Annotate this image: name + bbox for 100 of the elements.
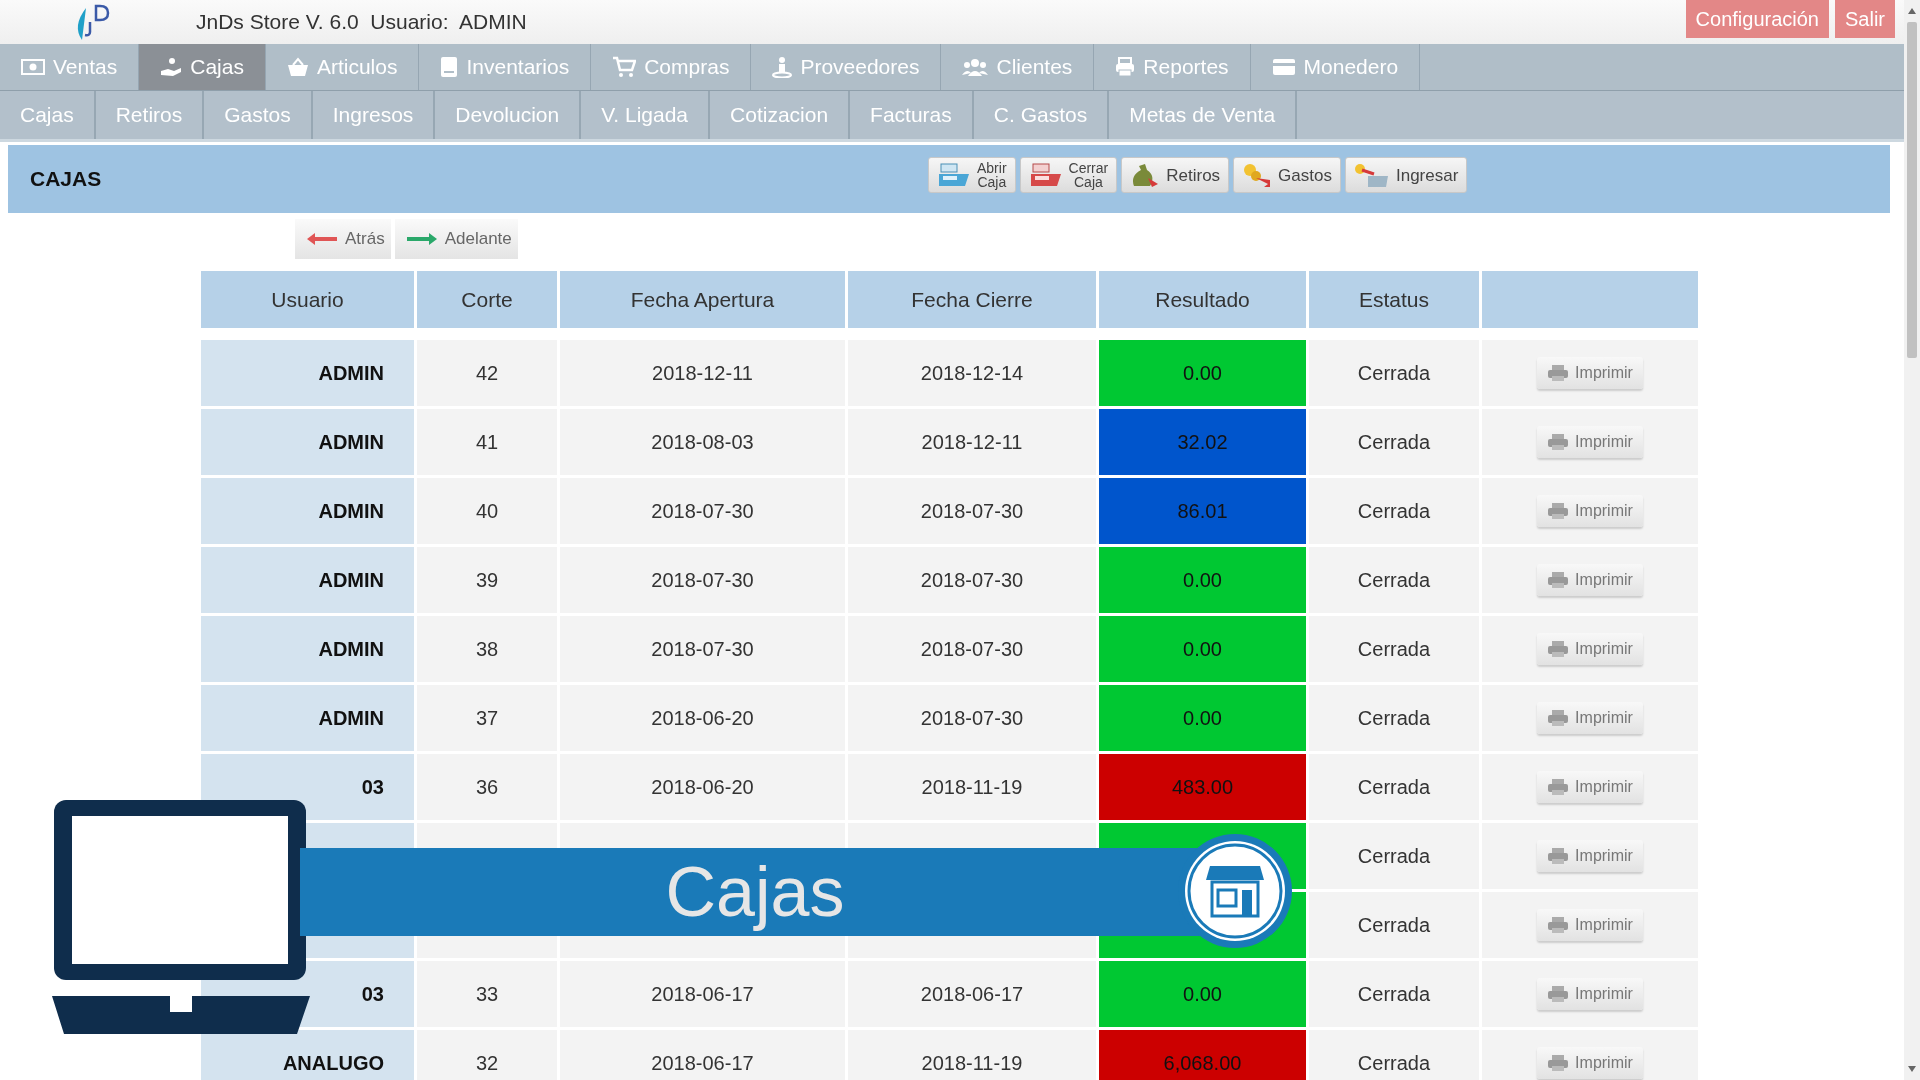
table-cell: 2018-07-30 xyxy=(848,616,1096,682)
printer-icon xyxy=(1547,916,1570,934)
app-title: JnDs Store V. 6.0 Usuario: ADMIN xyxy=(196,10,527,34)
table-cell: 2018-07-30 xyxy=(560,616,845,682)
book-icon xyxy=(440,56,459,78)
table-cell: ADMIN xyxy=(201,478,414,544)
table-cell: Cerrada xyxy=(1309,892,1479,958)
table-cell: ADMIN xyxy=(201,409,414,475)
print-button[interactable]: Imprimir xyxy=(1537,633,1643,665)
forward-button[interactable]: Adelante xyxy=(394,219,518,259)
result-cell: 0.00 xyxy=(1099,547,1306,613)
submenu-tab[interactable]: Gastos xyxy=(204,91,313,139)
settings-button[interactable]: Configuración xyxy=(1685,0,1829,38)
menu-tab[interactable]: Monedero xyxy=(1250,44,1421,90)
submenu-tab[interactable]: Facturas xyxy=(850,91,974,139)
printer-icon xyxy=(1547,433,1570,451)
logout-button[interactable]: Salir xyxy=(1835,0,1895,38)
printer-icon xyxy=(1547,640,1570,658)
toolbar-button[interactable]: Ingresar xyxy=(1344,157,1468,193)
printer-icon xyxy=(1547,985,1570,1003)
table-cell: 40 xyxy=(417,478,557,544)
print-button[interactable]: Imprimir xyxy=(1537,909,1643,941)
person-icon xyxy=(772,56,793,78)
table-cell: 2018-06-17 xyxy=(560,961,845,1027)
result-cell: 0.00 xyxy=(1099,685,1306,751)
print-button[interactable]: Imprimir xyxy=(1537,702,1643,734)
right-arrow-icon xyxy=(406,233,437,245)
table-cell: 2018-07-30 xyxy=(848,547,1096,613)
toolbar-button[interactable]: Cerrar Caja xyxy=(1019,157,1118,193)
table-cell: Cerrada xyxy=(1309,616,1479,682)
print-button[interactable]: Imprimir xyxy=(1537,357,1643,389)
table-cell: 39 xyxy=(417,547,557,613)
table-cell: 2018-07-30 xyxy=(560,547,845,613)
cart-icon xyxy=(612,56,637,78)
printer-icon xyxy=(1547,1054,1570,1072)
printer-icon xyxy=(1547,709,1570,727)
printer-icon xyxy=(1547,571,1570,589)
result-cell: 86.01 xyxy=(1099,478,1306,544)
print-button[interactable]: Imprimir xyxy=(1537,564,1643,596)
page-title: CAJAS xyxy=(30,167,102,191)
result-cell: 483.00 xyxy=(1099,754,1306,820)
table-cell: 2018-11-19 xyxy=(848,1030,1096,1080)
column-header: Usuario xyxy=(201,271,414,328)
menu-tab[interactable]: Compras xyxy=(591,44,752,90)
result-cell: 32.02 xyxy=(1099,409,1306,475)
table-cell: Cerrada xyxy=(1309,685,1479,751)
menu-tab[interactable]: Inventarios xyxy=(419,44,592,90)
table-cell: 2018-11-19 xyxy=(848,754,1096,820)
print-button[interactable]: Imprimir xyxy=(1537,426,1643,458)
table-cell: 42 xyxy=(417,340,557,406)
menu-tab[interactable]: Cajas xyxy=(139,44,266,90)
print-button[interactable]: Imprimir xyxy=(1537,495,1643,527)
menu-tab[interactable]: Articulos xyxy=(265,44,420,90)
table-cell: Cerrada xyxy=(1309,547,1479,613)
table-cell: Cerrada xyxy=(1309,823,1479,889)
submenu-tab[interactable]: Ingresos xyxy=(312,91,436,139)
printer-icon xyxy=(1115,57,1136,77)
toolbar-button[interactable]: Retiros xyxy=(1121,157,1230,193)
group-icon xyxy=(962,58,989,76)
submenu-tab[interactable]: Retiros xyxy=(95,91,205,139)
menu-tab[interactable]: Proveedores xyxy=(751,44,942,90)
table-cell: 32 xyxy=(417,1030,557,1080)
submenu-tab[interactable]: Cotizacion xyxy=(710,91,851,139)
column-header: Fecha Cierre xyxy=(848,271,1096,328)
printer-icon xyxy=(1547,502,1570,520)
result-cell: 6,068.00 xyxy=(1099,1030,1306,1080)
print-button[interactable]: Imprimir xyxy=(1537,1047,1643,1079)
table-cell: Cerrada xyxy=(1309,409,1479,475)
table-cell: Cerrada xyxy=(1309,478,1479,544)
coins-register-icon xyxy=(1353,162,1390,188)
submenu-tab[interactable]: C. Gastos xyxy=(973,91,1110,139)
left-arrow-icon xyxy=(307,233,337,245)
cash-register-icon xyxy=(1028,162,1063,188)
submenu-tab[interactable]: V. Ligada xyxy=(581,91,711,139)
menu-tab[interactable]: Clientes xyxy=(941,44,1095,90)
back-button[interactable]: Atrás xyxy=(295,219,391,259)
table-cell: Cerrada xyxy=(1309,754,1479,820)
table-cell: 2018-06-17 xyxy=(848,961,1096,1027)
toolbar-button[interactable]: Gastos xyxy=(1233,157,1341,193)
table-cell: Cerrada xyxy=(1309,1030,1479,1080)
submenu-tab[interactable]: Devolucion xyxy=(435,91,582,139)
table-cell: 2018-08-03 xyxy=(560,409,845,475)
print-button[interactable]: Imprimir xyxy=(1537,978,1643,1010)
basket-icon xyxy=(286,57,309,77)
printer-icon xyxy=(1547,778,1570,796)
column-header: Corte xyxy=(417,271,557,328)
toolbar-button[interactable]: Abrir Caja xyxy=(928,157,1016,193)
hand-coin-icon xyxy=(160,57,183,77)
card-icon xyxy=(1271,58,1296,76)
table-cell: Cerrada xyxy=(1309,961,1479,1027)
table-cell: 2018-12-11 xyxy=(560,340,845,406)
print-button[interactable]: Imprimir xyxy=(1537,771,1643,803)
table-cell: Cerrada xyxy=(1309,340,1479,406)
submenu-tab[interactable]: Metas de Venta xyxy=(1109,91,1298,139)
submenu-tab[interactable]: Cajas xyxy=(0,91,96,139)
print-button[interactable]: Imprimir xyxy=(1537,840,1643,872)
menu-tab[interactable]: Reportes xyxy=(1094,44,1251,90)
table-cell: 41 xyxy=(417,409,557,475)
printer-icon xyxy=(1547,364,1570,382)
table-cell: 2018-07-30 xyxy=(560,478,845,544)
